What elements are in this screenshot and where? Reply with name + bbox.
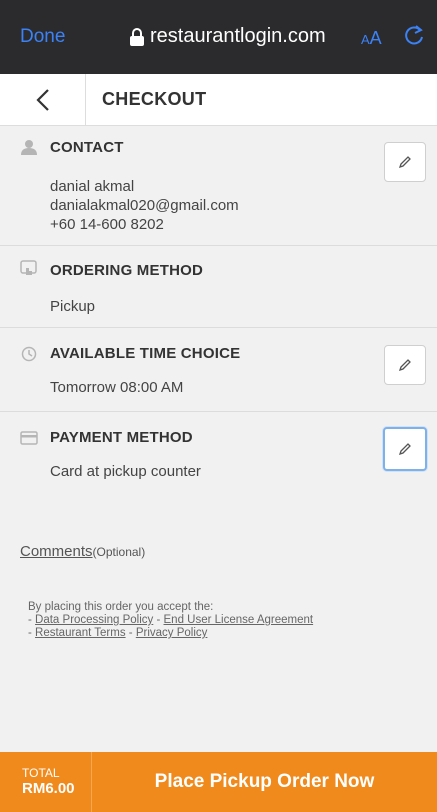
- comments-row: Comments(Optional): [20, 543, 145, 560]
- time-choice-value: Tomorrow 08:00 AM: [50, 379, 184, 396]
- clock-icon: [21, 346, 37, 362]
- pencil-icon: [398, 156, 411, 169]
- contact-title: CONTACT: [50, 139, 124, 156]
- text-size-small-label: A: [361, 32, 370, 47]
- page-title: CHECKOUT: [102, 89, 207, 109]
- contact-section: CONTACT danial akmal danialakmal020@gmai…: [0, 127, 437, 246]
- terms-intro: By placing this order you accept the:: [28, 601, 214, 613]
- payment-section: PAYMENT METHOD Card at pickup counter: [0, 412, 437, 512]
- eula-link[interactable]: End User License Agreement: [164, 614, 314, 626]
- address-bar[interactable]: restaurantlogin.com: [130, 25, 326, 48]
- data-processing-policy-link[interactable]: Data Processing Policy: [35, 614, 153, 626]
- url-text: restaurantlogin.com: [150, 25, 326, 47]
- terms-sep-1: -: [153, 614, 164, 626]
- contact-email: danialakmal020@gmail.com: [50, 197, 239, 214]
- edit-payment-button[interactable]: [383, 427, 427, 471]
- comments-link[interactable]: Comments: [20, 543, 93, 560]
- lock-icon: [130, 27, 144, 46]
- ordering-method-title: ORDERING METHOD: [50, 262, 203, 279]
- browser-toolbar: Done restaurantlogin.com AA: [0, 0, 437, 74]
- text-size-button[interactable]: AA: [361, 28, 382, 49]
- total-label: TOTAL: [22, 766, 60, 780]
- chevron-left-icon: [35, 89, 49, 111]
- terms-dash-2: -: [28, 627, 36, 639]
- ordering-method-section: ORDERING METHOD Pickup: [0, 246, 437, 328]
- payment-value: Card at pickup counter: [50, 463, 201, 480]
- terms-block: By placing this order you accept the: - …: [28, 601, 313, 640]
- terms-sep-2: -: [125, 627, 136, 639]
- user-icon: [21, 140, 37, 155]
- page-header: CHECKOUT: [0, 74, 437, 126]
- pencil-icon: [398, 359, 411, 372]
- total-amount: RM6.00: [22, 780, 75, 797]
- payment-title: PAYMENT METHOD: [50, 429, 193, 446]
- time-choice-section: AVAILABLE TIME CHOICE Tomorrow 08:00 AM: [0, 328, 437, 412]
- contact-phone: +60 14-600 8202: [50, 216, 164, 233]
- time-choice-title: AVAILABLE TIME CHOICE: [50, 345, 241, 362]
- done-button[interactable]: Done: [20, 26, 65, 48]
- contact-name: danial akmal: [50, 178, 135, 195]
- comments-optional: (Optional): [92, 545, 146, 559]
- terms-dash-1: -: [28, 614, 36, 626]
- hand-icon: [20, 260, 37, 275]
- text-size-large-label: A: [369, 28, 382, 48]
- order-bar: TOTAL RM6.00 Place Pickup Order Now: [0, 752, 437, 812]
- credit-card-icon: [20, 431, 38, 445]
- edit-contact-button[interactable]: [384, 142, 426, 182]
- pencil-icon: [398, 443, 411, 456]
- restaurant-terms-link[interactable]: Restaurant Terms: [35, 627, 126, 639]
- back-button[interactable]: [0, 74, 86, 126]
- place-order-button[interactable]: Place Pickup Order Now: [92, 752, 437, 812]
- ordering-method-value: Pickup: [50, 298, 96, 315]
- total-box: TOTAL RM6.00: [0, 752, 92, 812]
- reload-icon[interactable]: [402, 24, 426, 48]
- edit-time-button[interactable]: [384, 345, 426, 385]
- privacy-policy-link[interactable]: Privacy Policy: [136, 627, 208, 639]
